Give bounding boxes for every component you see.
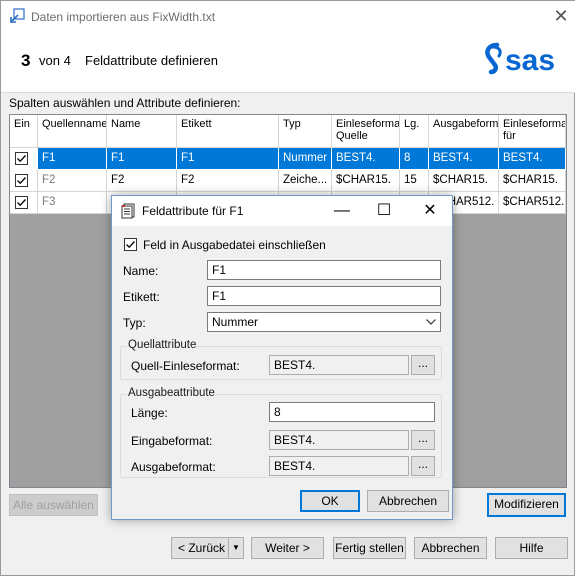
format-browse-button[interactable]: ... <box>411 456 435 476</box>
informat-label: Eingabeformat: <box>131 434 213 448</box>
output-attributes-title: Ausgabeattribute <box>127 387 216 399</box>
modify-button[interactable]: Modifizieren <box>487 493 566 517</box>
table-row[interactable]: F1 F1 F1 Nummer BEST4. 8 BEST4. BEST4. <box>10 148 566 170</box>
column-header-output-format[interactable]: Ausgabeformat <box>429 115 499 148</box>
length-label: Länge: <box>131 406 168 420</box>
type-select[interactable]: Nummer <box>207 312 441 332</box>
format-field[interactable]: BEST4. <box>269 456 409 476</box>
cell-informat: BEST4. <box>499 148 566 170</box>
source-informat-field[interactable]: BEST4. <box>269 355 409 375</box>
column-header-type[interactable]: Typ <box>279 115 332 148</box>
table-row[interactable]: F2 F2 F2 Zeiche... $CHAR15. 15 $CHAR15. … <box>10 170 566 192</box>
cancel-button[interactable]: Abbrechen <box>414 537 487 559</box>
step-of-total: von 4 <box>39 53 71 68</box>
cell-length: 8 <box>400 148 429 170</box>
type-label: Typ: <box>123 316 146 330</box>
help-button[interactable]: Hilfe <box>495 537 568 559</box>
cell-source-name: F3 <box>38 192 107 214</box>
include-field-checkbox[interactable] <box>124 238 137 251</box>
grid-header: Ein Quellenname Name Etikett Typ Einlese… <box>10 115 566 148</box>
back-dropdown-icon[interactable]: ▼ <box>229 538 243 558</box>
cell-informat: $CHAR15. <box>499 170 566 192</box>
cell-output-format: $CHAR15. <box>429 170 499 192</box>
next-button[interactable]: Weiter > <box>251 537 324 559</box>
dialog-title: Feldattribute für F1 <box>142 204 244 218</box>
properties-icon <box>120 203 136 219</box>
informat-field[interactable]: BEST4. <box>269 430 409 450</box>
include-checkbox-cell[interactable] <box>10 170 38 192</box>
cell-length: 15 <box>400 170 429 192</box>
include-field-label: Feld in Ausgabedatei einschließen <box>143 238 326 252</box>
dialog-cancel-button[interactable]: Abbrechen <box>367 490 449 512</box>
grid-label: Spalten auswählen und Attribute definier… <box>9 96 241 110</box>
select-all-button[interactable]: Alle auswählen <box>9 494 98 516</box>
chevron-down-icon <box>426 319 436 325</box>
cell-type: Nummer <box>279 148 332 170</box>
svg-text:sas: sas <box>505 44 555 77</box>
field-attributes-dialog: Feldattribute für F1 — ☐ ✕ Feld in Ausga… <box>111 195 453 520</box>
cell-type: Zeiche... <box>279 170 332 192</box>
cell-source-name: F2 <box>38 170 107 192</box>
minimize-icon[interactable]: — <box>328 200 356 222</box>
column-header-label[interactable]: Etikett <box>177 115 279 148</box>
cell-source-informat: $CHAR15. <box>332 170 400 192</box>
source-informat-browse-button[interactable]: ... <box>411 355 435 375</box>
source-attributes-title: Quellattribute <box>127 339 198 351</box>
window-title: Daten importieren aus FixWidth.txt <box>31 10 216 24</box>
checkbox-checked-icon[interactable] <box>15 196 28 209</box>
cell-name: F1 <box>107 148 177 170</box>
column-header-informat[interactable]: Einleseformat für <box>499 115 566 148</box>
cell-name: F2 <box>107 170 177 192</box>
dialog-ok-button[interactable]: OK <box>300 490 360 512</box>
source-informat-label: Quell-Einleseformat: <box>131 359 240 373</box>
step-title: Feldattribute definieren <box>85 53 218 68</box>
include-checkbox-cell[interactable] <box>10 192 38 214</box>
name-label: Name: <box>123 264 159 278</box>
name-field[interactable]: F1 <box>207 260 441 280</box>
column-header-name[interactable]: Name <box>107 115 177 148</box>
cell-source-name: F1 <box>38 148 107 170</box>
import-arrow-icon <box>9 8 25 24</box>
checkbox-checked-icon[interactable] <box>15 174 28 187</box>
cell-label: F2 <box>177 170 279 192</box>
include-checkbox-cell[interactable] <box>10 148 38 170</box>
title-bar: Daten importieren aus FixWidth.txt ✕ <box>1 1 575 33</box>
informat-browse-button[interactable]: ... <box>411 430 435 450</box>
column-header-source-name[interactable]: Quellenname <box>38 115 107 148</box>
label-field[interactable]: F1 <box>207 286 441 306</box>
cell-label: F1 <box>177 148 279 170</box>
column-header-include[interactable]: Ein <box>10 115 38 148</box>
checkbox-checked-icon[interactable] <box>15 152 28 165</box>
step-number: 3 <box>21 51 31 70</box>
column-header-source-informat[interactable]: Einleseformat Quelle <box>332 115 400 148</box>
finish-button[interactable]: Fertig stellen <box>333 537 406 559</box>
length-field[interactable]: 8 <box>269 402 435 422</box>
cell-source-informat: BEST4. <box>332 148 400 170</box>
window-close-icon[interactable]: ✕ <box>551 6 571 26</box>
format-label: Ausgabeformat: <box>131 460 216 474</box>
dialog-title-bar: Feldattribute für F1 — ☐ ✕ <box>112 196 452 226</box>
cell-informat: $CHAR512. <box>499 192 566 214</box>
cell-output-format: BEST4. <box>429 148 499 170</box>
dialog-close-icon[interactable]: ✕ <box>416 200 444 222</box>
label-label: Etikett: <box>123 290 160 304</box>
type-select-value: Nummer <box>212 315 259 329</box>
back-button-label: < Zurück <box>178 541 226 555</box>
sas-logo: sas <box>483 41 569 77</box>
maximize-icon[interactable]: ☐ <box>370 200 398 222</box>
column-header-length[interactable]: Lg. <box>400 115 429 148</box>
